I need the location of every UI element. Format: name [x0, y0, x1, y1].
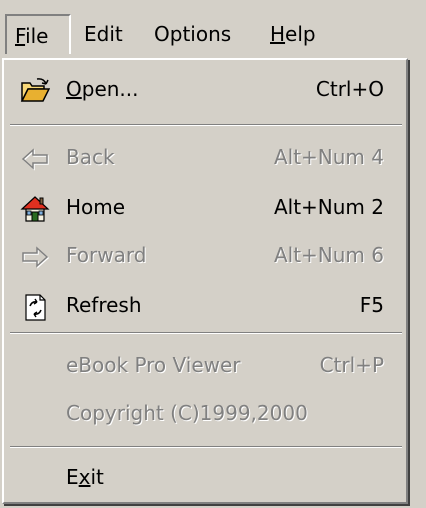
- menu-help-label: elp: [285, 22, 316, 46]
- menu-item-exit-text-start: E: [66, 465, 79, 489]
- menu-item-copyright-label: Copyright (C)1999,2000: [66, 401, 308, 425]
- menu-help[interactable]: Help: [264, 14, 322, 54]
- app-screen: File Edit Options Help Open... Ctrl+O Ba…: [0, 0, 426, 508]
- menu-separator: [10, 446, 402, 448]
- home-icon: [20, 193, 50, 222]
- menu-item-ebook-label: eBook Pro Viewer: [66, 353, 241, 377]
- menu-item-forward[interactable]: Forward Alt+Num 6: [10, 232, 400, 278]
- menu-item-copyright: Copyright (C)1999,2000: [10, 390, 400, 436]
- menu-file-mnemonic: F: [15, 24, 26, 48]
- menu-item-home[interactable]: Home Alt+Num 2: [10, 184, 400, 230]
- menu-item-open-mnemonic: O: [66, 77, 82, 101]
- menu-item-refresh-label: Refresh: [66, 293, 142, 317]
- menu-options-label: Options: [154, 22, 232, 46]
- menu-item-forward-label: Forward: [66, 243, 147, 267]
- menu-item-exit-mnemonic: x: [78, 465, 91, 489]
- menu-item-forward-shortcut: Alt+Num 6: [273, 243, 384, 267]
- menu-item-open-label: Open...: [66, 66, 139, 112]
- menu-item-exit-label: Exit: [66, 454, 104, 500]
- menu-item-exit-text-end: it: [90, 465, 104, 489]
- menu-item-refresh[interactable]: Refresh F5: [10, 282, 400, 328]
- back-arrow-icon: [20, 143, 50, 171]
- menu-bar: File Edit Options Help: [0, 0, 426, 58]
- menu-item-ebook-shortcut: Ctrl+P: [319, 353, 384, 377]
- menu-item-open-shortcut: Ctrl+O: [315, 77, 384, 101]
- menu-edit[interactable]: Edit: [78, 14, 129, 54]
- menu-item-open-text: pen...: [81, 77, 139, 101]
- open-folder-icon: [20, 75, 51, 103]
- menu-separator: [10, 124, 402, 126]
- menu-item-home-label: Home: [66, 195, 126, 219]
- menu-item-back-shortcut: Alt+Num 4: [273, 145, 384, 169]
- menu-edit-label: Edit: [84, 22, 123, 46]
- menu-item-back-label: Back: [66, 145, 115, 169]
- menu-help-mnemonic: H: [270, 22, 286, 46]
- forward-arrow-icon: [20, 241, 50, 269]
- menu-options[interactable]: Options: [148, 14, 237, 54]
- menu-separator: [10, 332, 402, 334]
- menu-file-label: ile: [25, 24, 49, 48]
- refresh-icon: [20, 291, 50, 321]
- menu-item-home-shortcut: Alt+Num 2: [273, 195, 384, 219]
- menu-item-back[interactable]: Back Alt+Num 4: [10, 134, 400, 180]
- menu-item-ebook-pro-viewer[interactable]: eBook Pro Viewer Ctrl+P: [10, 342, 400, 388]
- menu-item-exit[interactable]: Exit: [10, 454, 400, 500]
- menu-item-refresh-shortcut: F5: [359, 293, 384, 317]
- menu-item-open[interactable]: Open... Ctrl+O: [10, 66, 400, 112]
- menu-file[interactable]: File: [5, 14, 71, 54]
- file-dropdown-menu: Open... Ctrl+O Back Alt+Num 4 Home Alt+N…: [2, 58, 408, 504]
